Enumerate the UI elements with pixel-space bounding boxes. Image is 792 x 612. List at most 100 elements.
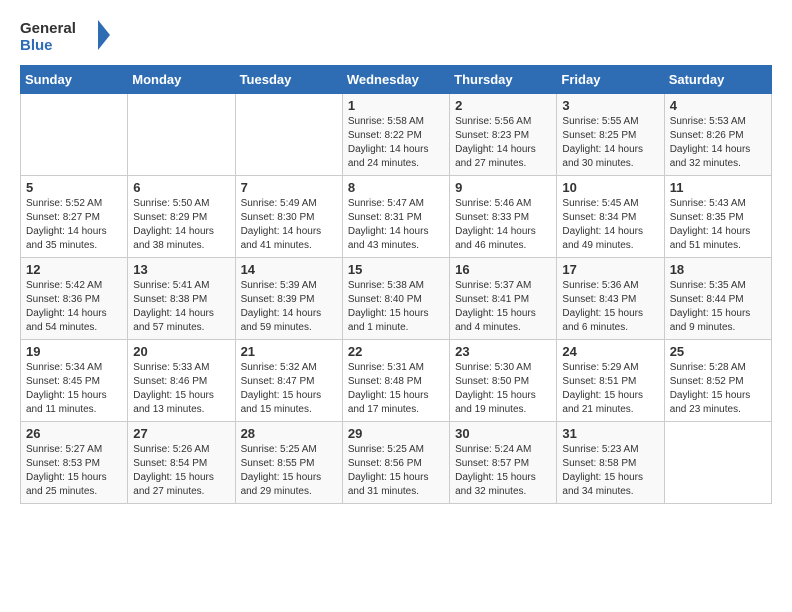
day-info: Sunrise: 5:45 AM Sunset: 8:34 PM Dayligh… xyxy=(562,197,658,253)
day-info: Sunrise: 5:49 AM Sunset: 8:30 PM Dayligh… xyxy=(241,197,337,253)
calendar-cell xyxy=(664,422,771,504)
day-number: 2 xyxy=(455,98,551,113)
calendar-cell: 14 Sunrise: 5:39 AM Sunset: 8:39 PM Dayli… xyxy=(235,258,342,340)
calendar-cell: 10Sunrise: 5:45 AM Sunset: 8:34 PM Dayli… xyxy=(557,176,664,258)
calendar-cell: 18Sunrise: 5:35 AM Sunset: 8:44 PM Dayli… xyxy=(664,258,771,340)
day-info: Sunrise: 5:53 AM Sunset: 8:26 PM Dayligh… xyxy=(670,115,766,171)
day-info: Sunrise: 5:42 AM Sunset: 8:36 PM Dayligh… xyxy=(26,279,122,335)
header: General Blue xyxy=(20,15,772,55)
calendar-cell: 15 Sunrise: 5:38 AM Sunset: 8:40 PM Dayli… xyxy=(342,258,449,340)
day-info: Sunrise: 5:26 AM Sunset: 8:54 PM Dayligh… xyxy=(133,443,229,499)
calendar-table: SundayMondayTuesdayWednesdayThursdayFrid… xyxy=(20,65,772,504)
logo: General Blue xyxy=(20,15,110,55)
week-row-1: 1 Sunrise: 5:58 AM Sunset: 8:22 PM Daylig… xyxy=(21,94,772,176)
day-info: Sunrise: 5:47 AM Sunset: 8:31 PM Dayligh… xyxy=(348,197,444,253)
day-number: 13 xyxy=(133,262,229,277)
calendar-cell: 28 Sunrise: 5:25 AM Sunset: 8:55 PM Dayli… xyxy=(235,422,342,504)
week-row-4: 19 Sunrise: 5:34 AM Sunset: 8:45 PM Dayli… xyxy=(21,340,772,422)
day-number: 8 xyxy=(348,180,444,195)
calendar-cell: 26Sunrise: 5:27 AM Sunset: 8:53 PM Dayli… xyxy=(21,422,128,504)
day-info: Sunrise: 5:23 AM Sunset: 8:58 PM Dayligh… xyxy=(562,443,658,499)
day-number: 31 xyxy=(562,426,658,441)
day-info: Sunrise: 5:25 AM Sunset: 8:55 PM Dayligh… xyxy=(241,443,337,499)
day-info: Sunrise: 5:58 AM Sunset: 8:22 PM Dayligh… xyxy=(348,115,444,171)
calendar-cell: 31 Sunrise: 5:23 AM Sunset: 8:58 PM Dayli… xyxy=(557,422,664,504)
day-number: 11 xyxy=(670,180,766,195)
header-day-wednesday: Wednesday xyxy=(342,66,449,94)
day-number: 20 xyxy=(133,344,229,359)
day-info: Sunrise: 5:39 AM Sunset: 8:39 PM Dayligh… xyxy=(241,279,337,335)
calendar-cell: 7 Sunrise: 5:49 AM Sunset: 8:30 PM Daylig… xyxy=(235,176,342,258)
calendar-cell: 12 Sunrise: 5:42 AM Sunset: 8:36 PM Dayli… xyxy=(21,258,128,340)
calendar-cell: 29Sunrise: 5:25 AM Sunset: 8:56 PM Dayli… xyxy=(342,422,449,504)
calendar-cell: 2 Sunrise: 5:56 AM Sunset: 8:23 PM Daylig… xyxy=(450,94,557,176)
day-info: Sunrise: 5:46 AM Sunset: 8:33 PM Dayligh… xyxy=(455,197,551,253)
day-number: 5 xyxy=(26,180,122,195)
day-number: 6 xyxy=(133,180,229,195)
day-number: 23 xyxy=(455,344,551,359)
day-number: 1 xyxy=(348,98,444,113)
day-info: Sunrise: 5:56 AM Sunset: 8:23 PM Dayligh… xyxy=(455,115,551,171)
day-number: 24 xyxy=(562,344,658,359)
calendar-cell xyxy=(128,94,235,176)
calendar-cell: 6 Sunrise: 5:50 AM Sunset: 8:29 PM Daylig… xyxy=(128,176,235,258)
day-info: Sunrise: 5:50 AM Sunset: 8:29 PM Dayligh… xyxy=(133,197,229,253)
day-info: Sunrise: 5:52 AM Sunset: 8:27 PM Dayligh… xyxy=(26,197,122,253)
day-number: 14 xyxy=(241,262,337,277)
calendar-cell: 16Sunrise: 5:37 AM Sunset: 8:41 PM Dayli… xyxy=(450,258,557,340)
calendar-cell: 11 Sunrise: 5:43 AM Sunset: 8:35 PM Dayli… xyxy=(664,176,771,258)
day-info: Sunrise: 5:38 AM Sunset: 8:40 PM Dayligh… xyxy=(348,279,444,335)
calendar-cell: 8 Sunrise: 5:47 AM Sunset: 8:31 PM Daylig… xyxy=(342,176,449,258)
calendar-cell: 24 Sunrise: 5:29 AM Sunset: 8:51 PM Dayli… xyxy=(557,340,664,422)
calendar-cell: 27 Sunrise: 5:26 AM Sunset: 8:54 PM Dayli… xyxy=(128,422,235,504)
day-number: 15 xyxy=(348,262,444,277)
day-number: 22 xyxy=(348,344,444,359)
calendar-cell: 22 Sunrise: 5:31 AM Sunset: 8:48 PM Dayli… xyxy=(342,340,449,422)
day-info: Sunrise: 5:24 AM Sunset: 8:57 PM Dayligh… xyxy=(455,443,551,499)
day-info: Sunrise: 5:37 AM Sunset: 8:41 PM Dayligh… xyxy=(455,279,551,335)
day-number: 21 xyxy=(241,344,337,359)
day-info: Sunrise: 5:31 AM Sunset: 8:48 PM Dayligh… xyxy=(348,361,444,417)
day-info: Sunrise: 5:29 AM Sunset: 8:51 PM Dayligh… xyxy=(562,361,658,417)
calendar-cell: 21 Sunrise: 5:32 AM Sunset: 8:47 PM Dayli… xyxy=(235,340,342,422)
calendar-header: SundayMondayTuesdayWednesdayThursdayFrid… xyxy=(21,66,772,94)
day-info: Sunrise: 5:36 AM Sunset: 8:43 PM Dayligh… xyxy=(562,279,658,335)
day-number: 28 xyxy=(241,426,337,441)
day-info: Sunrise: 5:34 AM Sunset: 8:45 PM Dayligh… xyxy=(26,361,122,417)
calendar-cell xyxy=(235,94,342,176)
header-day-monday: Monday xyxy=(128,66,235,94)
week-row-5: 26Sunrise: 5:27 AM Sunset: 8:53 PM Dayli… xyxy=(21,422,772,504)
day-number: 26 xyxy=(26,426,122,441)
day-number: 19 xyxy=(26,344,122,359)
day-info: Sunrise: 5:55 AM Sunset: 8:25 PM Dayligh… xyxy=(562,115,658,171)
day-number: 7 xyxy=(241,180,337,195)
calendar-cell: 5 Sunrise: 5:52 AM Sunset: 8:27 PM Daylig… xyxy=(21,176,128,258)
day-number: 27 xyxy=(133,426,229,441)
calendar-cell: 20 Sunrise: 5:33 AM Sunset: 8:46 PM Dayli… xyxy=(128,340,235,422)
header-row: SundayMondayTuesdayWednesdayThursdayFrid… xyxy=(21,66,772,94)
day-number: 18 xyxy=(670,262,766,277)
day-info: Sunrise: 5:32 AM Sunset: 8:47 PM Dayligh… xyxy=(241,361,337,417)
calendar-cell: 30Sunrise: 5:24 AM Sunset: 8:57 PM Dayli… xyxy=(450,422,557,504)
day-info: Sunrise: 5:43 AM Sunset: 8:35 PM Dayligh… xyxy=(670,197,766,253)
calendar-cell: 9 Sunrise: 5:46 AM Sunset: 8:33 PM Daylig… xyxy=(450,176,557,258)
day-number: 9 xyxy=(455,180,551,195)
header-day-tuesday: Tuesday xyxy=(235,66,342,94)
day-number: 12 xyxy=(26,262,122,277)
day-info: Sunrise: 5:28 AM Sunset: 8:52 PM Dayligh… xyxy=(670,361,766,417)
logo-svg: General Blue xyxy=(20,15,110,55)
day-number: 3 xyxy=(562,98,658,113)
svg-text:General: General xyxy=(20,20,76,37)
week-row-3: 12 Sunrise: 5:42 AM Sunset: 8:36 PM Dayli… xyxy=(21,258,772,340)
day-info: Sunrise: 5:33 AM Sunset: 8:46 PM Dayligh… xyxy=(133,361,229,417)
day-info: Sunrise: 5:25 AM Sunset: 8:56 PM Dayligh… xyxy=(348,443,444,499)
calendar-cell xyxy=(21,94,128,176)
week-row-2: 5 Sunrise: 5:52 AM Sunset: 8:27 PM Daylig… xyxy=(21,176,772,258)
day-number: 25 xyxy=(670,344,766,359)
svg-text:Blue: Blue xyxy=(20,37,53,54)
day-number: 4 xyxy=(670,98,766,113)
header-day-saturday: Saturday xyxy=(664,66,771,94)
day-info: Sunrise: 5:30 AM Sunset: 8:50 PM Dayligh… xyxy=(455,361,551,417)
calendar-cell: 1 Sunrise: 5:58 AM Sunset: 8:22 PM Daylig… xyxy=(342,94,449,176)
calendar-cell: 3 Sunrise: 5:55 AM Sunset: 8:25 PM Daylig… xyxy=(557,94,664,176)
